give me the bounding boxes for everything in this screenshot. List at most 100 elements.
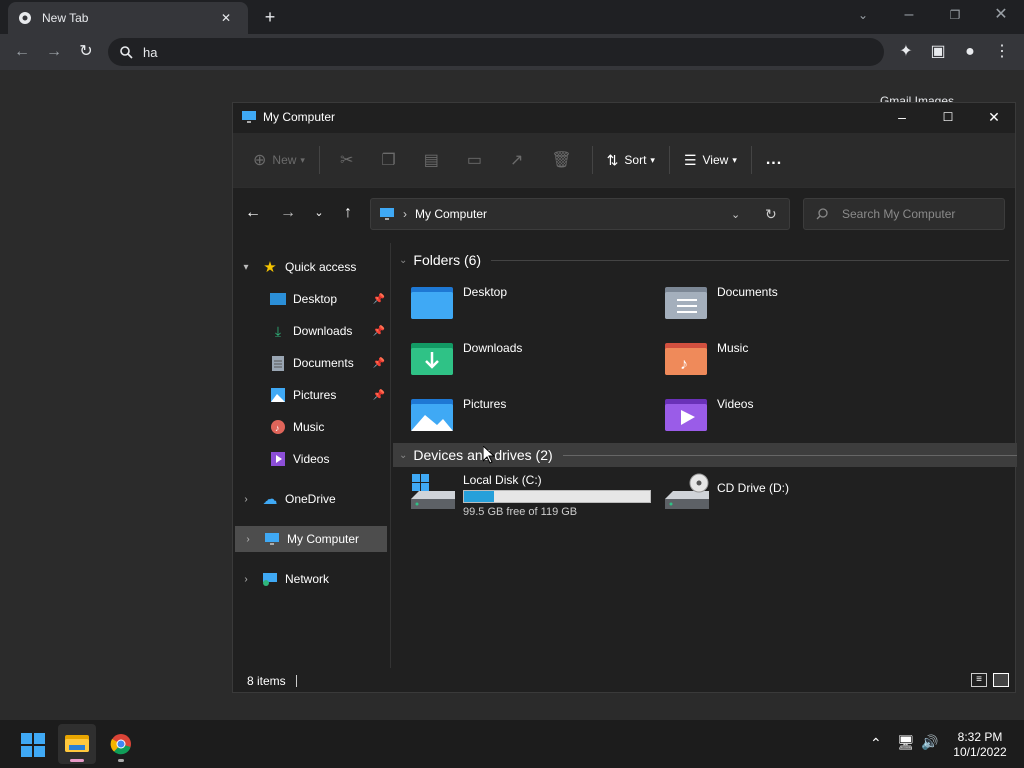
- close-tab-icon[interactable]: ✕: [214, 6, 238, 30]
- forward-icon[interactable]: →: [42, 40, 66, 64]
- view-button[interactable]: ☰ View ▾: [676, 144, 745, 176]
- window-title: My Computer: [263, 110, 336, 124]
- folder-downloads[interactable]: Downloads: [411, 339, 651, 389]
- search-input[interactable]: Search My Computer: [803, 198, 1005, 230]
- chevron-right-icon[interactable]: ›: [239, 574, 253, 585]
- chevron-down-icon[interactable]: ▾: [239, 262, 253, 273]
- address-bar-text: ha: [143, 44, 158, 60]
- reload-icon[interactable]: ↻: [74, 40, 98, 64]
- start-icon[interactable]: [21, 733, 45, 757]
- new-label: New: [272, 153, 297, 167]
- command-bar: ⊕ New ▾ ✂ ❐ ▤ ▭ ↗ 🗑 ⇅ Sort ▾ ☰ View ▾ ...: [233, 133, 1015, 187]
- sidebar-item-desktop[interactable]: Desktop 📌: [233, 286, 389, 312]
- sort-button[interactable]: ⇅ Sort ▾: [599, 144, 663, 176]
- show-hidden-icons-icon[interactable]: ⌃: [870, 735, 882, 752]
- network-icon: [261, 571, 279, 587]
- profile-icon[interactable]: ●: [958, 40, 982, 64]
- new-tab-icon[interactable]: +: [258, 5, 282, 29]
- sidebar-item-quick-access[interactable]: ▾ ★ Quick access: [233, 254, 389, 280]
- close-browser-icon[interactable]: ✕: [989, 3, 1013, 27]
- rename-button[interactable]: ▭: [453, 144, 496, 176]
- tiles-view-icon[interactable]: [993, 673, 1009, 687]
- chevron-down-icon[interactable]: ⌄: [399, 450, 407, 461]
- folder-music[interactable]: ♪ Music: [665, 339, 905, 389]
- drive-name: Local Disk (C:): [463, 473, 542, 487]
- back-icon[interactable]: ←: [10, 40, 34, 64]
- sidebar-item-downloads[interactable]: ⤓ Downloads 📌: [233, 318, 389, 344]
- divider: [295, 674, 297, 687]
- folder-name: Pictures: [463, 397, 507, 411]
- sidebar-label: My Computer: [287, 532, 360, 546]
- chevron-down-icon: ▾: [732, 154, 737, 165]
- minimize-browser-icon[interactable]: –: [897, 3, 921, 27]
- extensions-icon[interactable]: ✦: [894, 40, 918, 64]
- explorer-address-bar[interactable]: › My Computer ⌄ ↻: [370, 198, 790, 230]
- cut-icon: ✂: [339, 152, 354, 169]
- sidebar-item-network[interactable]: › Network: [233, 566, 389, 592]
- share-button[interactable]: ↗: [496, 144, 537, 176]
- details-view-icon[interactable]: ≡: [971, 673, 987, 687]
- folder-videos[interactable]: Videos: [665, 395, 905, 445]
- document-icon: [269, 355, 287, 371]
- minimize-button[interactable]: –: [879, 103, 925, 131]
- back-icon[interactable]: ←: [241, 201, 265, 225]
- search-placeholder: Search My Computer: [842, 207, 956, 221]
- restore-browser-icon[interactable]: ❐: [943, 3, 967, 27]
- chevron-right-icon[interactable]: ›: [241, 534, 255, 545]
- browser-tab[interactable]: New Tab ✕: [8, 2, 248, 34]
- drive-d[interactable]: CD Drive (D:): [665, 473, 905, 523]
- folder-desktop[interactable]: Desktop: [411, 283, 651, 333]
- volume-icon[interactable]: 🔊: [921, 734, 938, 751]
- folder-documents[interactable]: Documents: [665, 283, 905, 333]
- tab-search-icon[interactable]: ⌄: [851, 3, 875, 27]
- hard-drive-icon: [411, 474, 455, 509]
- sidebar-item-my-computer[interactable]: › My Computer: [235, 526, 387, 552]
- network-status-icon[interactable]: 🖥: [897, 734, 915, 751]
- maximize-button[interactable]: ☐: [925, 103, 971, 131]
- svg-text:♪: ♪: [275, 423, 280, 433]
- cut-button[interactable]: ✂: [326, 144, 367, 176]
- separator: [318, 146, 320, 174]
- forward-icon[interactable]: →: [276, 201, 300, 225]
- recent-locations-icon[interactable]: ⌄: [307, 201, 331, 225]
- up-icon[interactable]: ↑: [336, 201, 360, 225]
- star-icon: ★: [263, 259, 277, 276]
- side-panel-icon[interactable]: ▣: [926, 40, 950, 64]
- sidebar-label: Downloads: [293, 324, 353, 338]
- chevron-down-icon[interactable]: ⌄: [399, 255, 407, 266]
- sort-icon: ⇅: [606, 151, 619, 168]
- file-explorer-taskbar-button[interactable]: [58, 724, 96, 764]
- sidebar-item-videos[interactable]: Videos: [233, 446, 389, 472]
- clock[interactable]: 8:32 PM 10/1/2022: [946, 730, 1014, 760]
- sidebar-item-documents[interactable]: Documents 📌: [233, 350, 389, 376]
- music-icon: ♪: [269, 419, 287, 435]
- separator: [591, 146, 593, 174]
- sidebar-item-pictures[interactable]: Pictures 📌: [233, 382, 389, 408]
- breadcrumb-my-computer[interactable]: My Computer: [415, 207, 487, 221]
- address-dropdown-icon[interactable]: ⌄: [731, 208, 740, 221]
- sidebar-item-onedrive[interactable]: › ☁ OneDrive: [233, 486, 389, 512]
- chevron-right-icon[interactable]: ›: [239, 494, 253, 505]
- delete-button[interactable]: 🗑: [537, 144, 585, 176]
- see-more-button[interactable]: ...: [758, 144, 790, 176]
- videos-icon: [269, 451, 287, 467]
- chevron-down-icon: ▾: [650, 154, 655, 165]
- computer-icon: [380, 208, 394, 220]
- breadcrumb-chevron-icon: ›: [403, 207, 407, 221]
- close-button[interactable]: ✕: [971, 103, 1017, 131]
- folders-group-header[interactable]: ⌄ Folders (6): [393, 248, 1009, 272]
- refresh-icon[interactable]: ↻: [765, 206, 777, 223]
- sidebar-item-music[interactable]: ♪ Music: [233, 414, 389, 440]
- downloads-folder-icon: [411, 343, 453, 375]
- folder-name: Documents: [717, 285, 778, 299]
- copy-button[interactable]: ❐: [367, 144, 409, 176]
- folder-pictures[interactable]: Pictures: [411, 395, 651, 445]
- paste-button[interactable]: ▤: [410, 144, 453, 176]
- menu-icon[interactable]: ⋮: [990, 40, 1014, 64]
- address-bar[interactable]: ha: [108, 38, 884, 66]
- chrome-icon: [19, 12, 31, 24]
- drive-c[interactable]: Local Disk (C:) 99.5 GB free of 119 GB: [411, 473, 661, 523]
- sort-label: Sort: [624, 153, 647, 167]
- chrome-taskbar-button[interactable]: [102, 724, 140, 764]
- new-button[interactable]: ⊕ New ▾: [245, 144, 313, 176]
